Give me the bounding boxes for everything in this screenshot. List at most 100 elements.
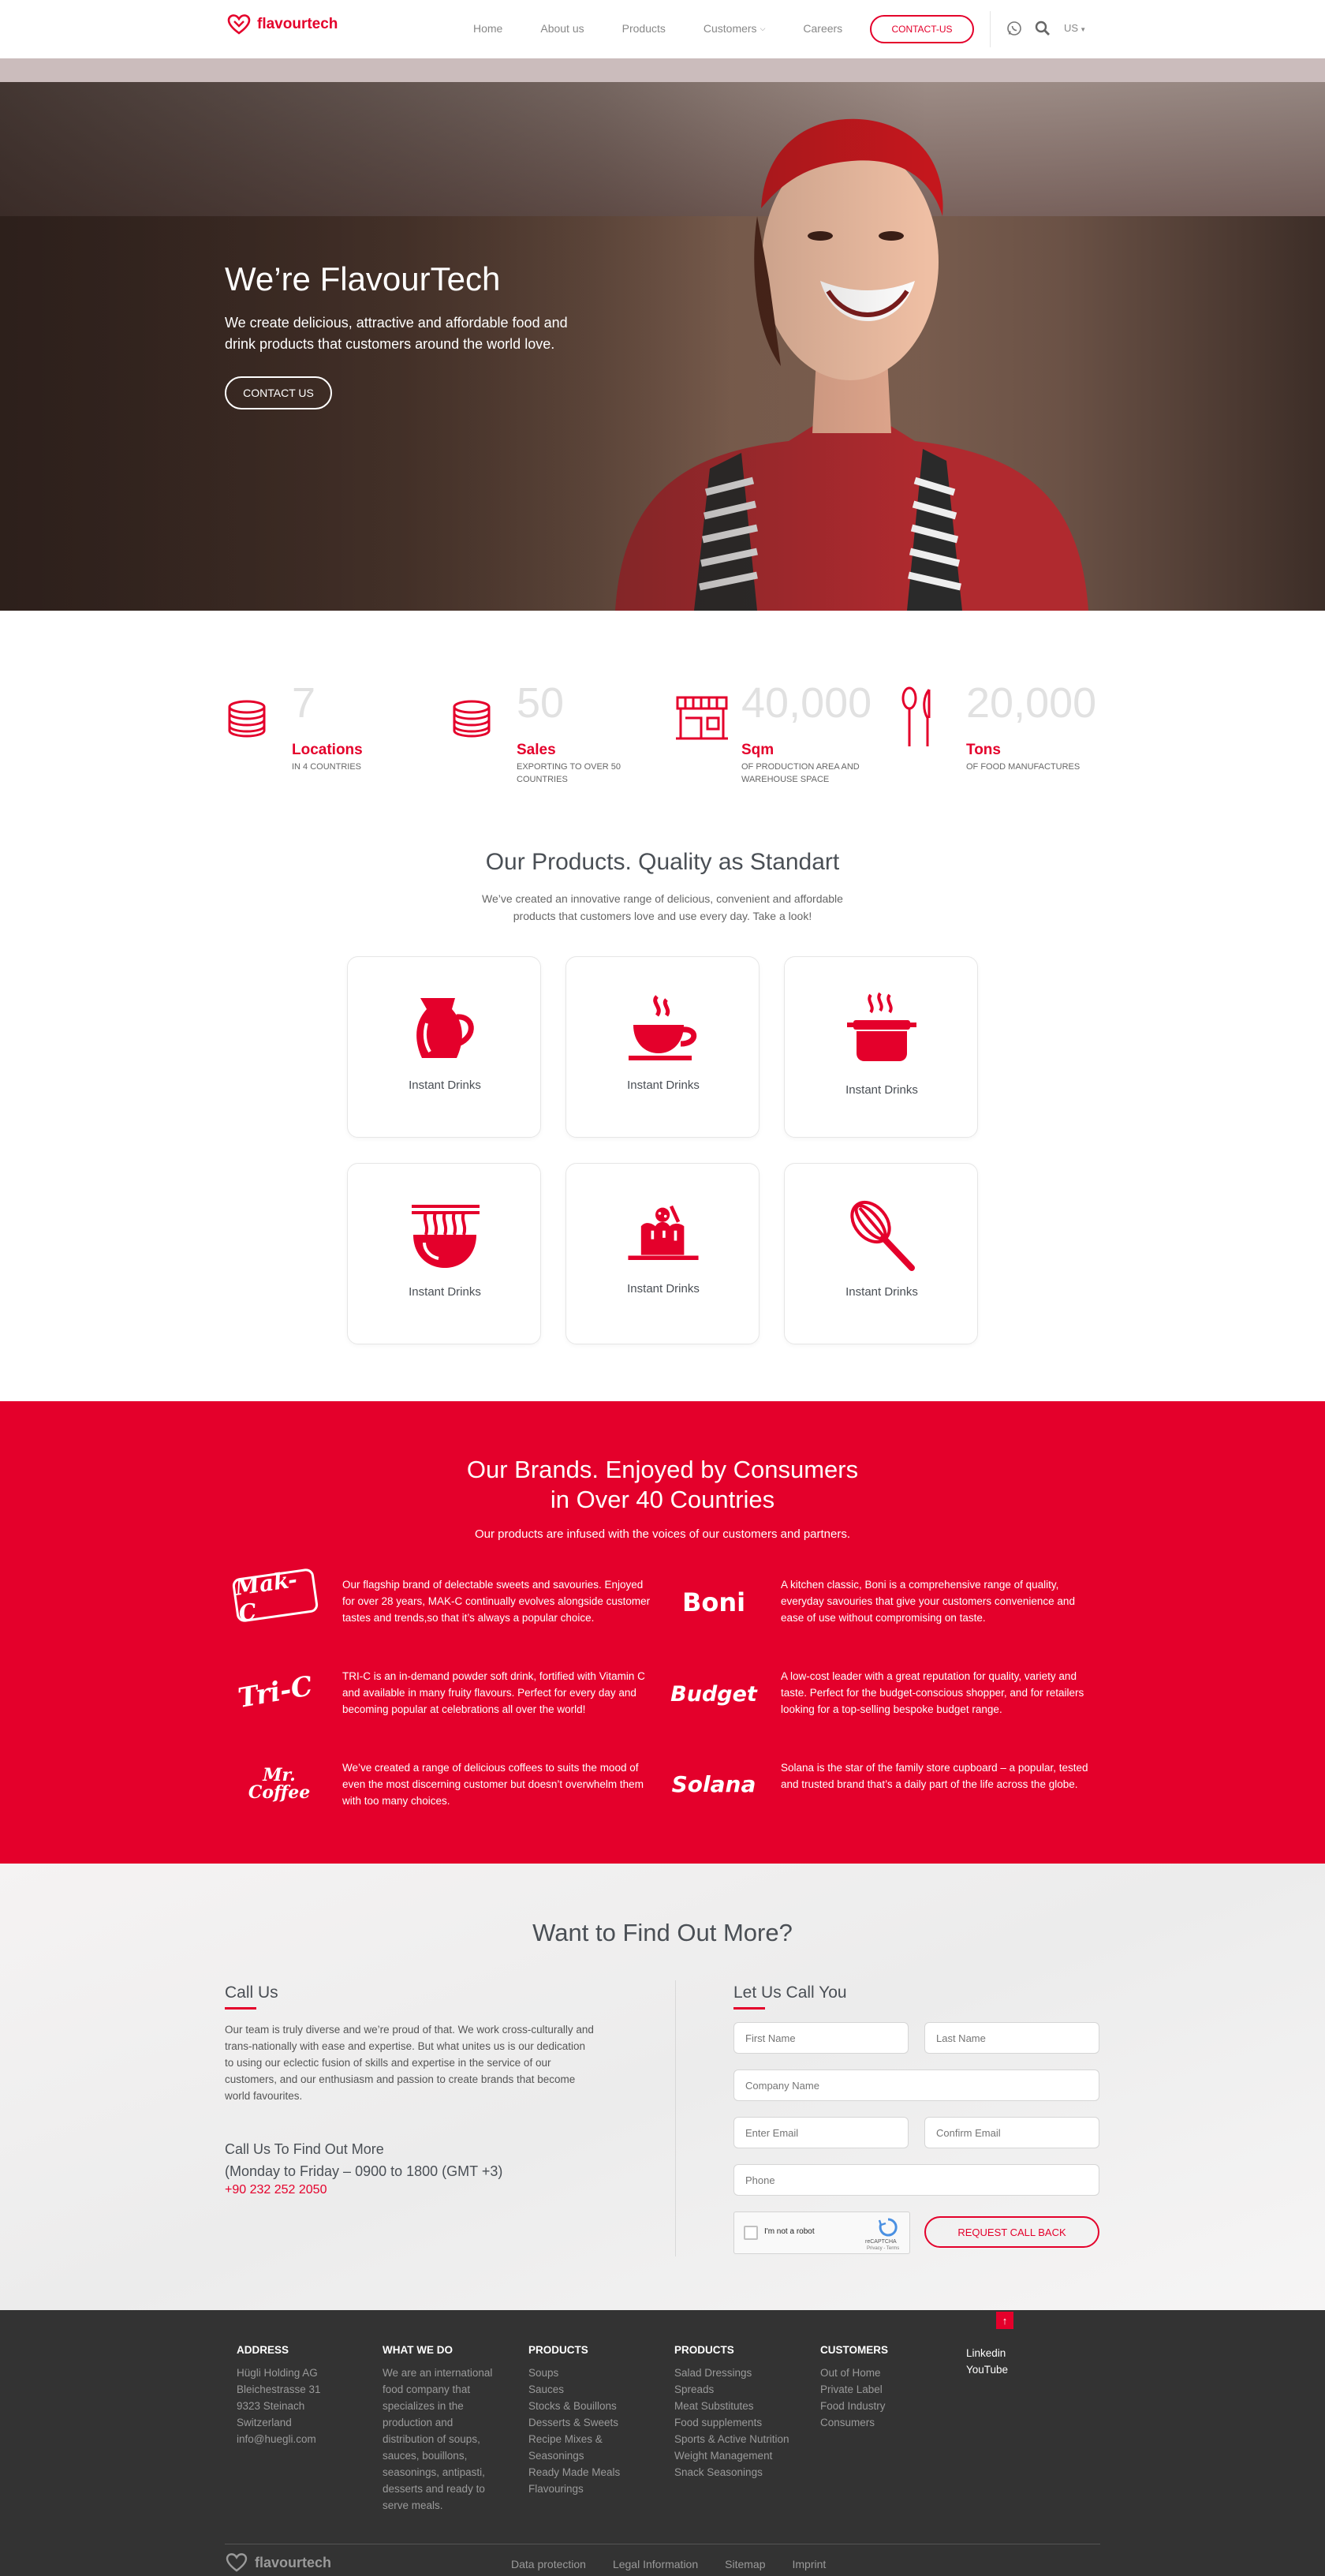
language-selector[interactable]: US ▼ — [1064, 22, 1086, 34]
brand-description: Our flagship brand of delectable sweets … — [342, 1579, 651, 1624]
column-divider — [675, 1980, 676, 2256]
stat-sqm: 40,000 Sqm OF PRODUCTION AREA AND WAREHO… — [674, 679, 879, 789]
call-us-title: Call Us — [225, 1983, 278, 2002]
footer-link[interactable]: Desserts & Sweets — [528, 2414, 639, 2431]
phone-link[interactable]: +90 232 252 2050 — [225, 2183, 327, 2197]
youtube-link[interactable]: YouTube — [966, 2361, 1045, 2378]
recaptcha-terms[interactable]: Privacy - Terms — [867, 2246, 899, 2251]
brand-logo-budget[interactable]: Budget — [670, 1666, 757, 1722]
company-name-field[interactable] — [733, 2069, 1099, 2101]
nav-about-us[interactable]: About us — [540, 22, 584, 35]
nav-divider — [990, 11, 991, 47]
cutlery-icon — [901, 686, 931, 746]
footer-link[interactable]: Consumers — [820, 2414, 946, 2431]
address-line: 9323 Steinach — [237, 2400, 305, 2412]
footer-link[interactable]: Flavourings — [528, 2481, 639, 2497]
footer-link[interactable]: Ready Made Meals — [528, 2464, 639, 2481]
footer-link[interactable]: Food Industry — [820, 2398, 946, 2414]
noodle-bowl-icon — [412, 1205, 480, 1268]
brand-description: TRI-C is an in-demand powder soft drink,… — [342, 1670, 645, 1715]
footer-link[interactable]: Sauces — [528, 2381, 639, 2398]
recaptcha-widget: I'm not a robot reCAPTCHA Privacy - Term… — [733, 2211, 910, 2254]
product-card-instant-drinks[interactable]: Instant Drinks — [347, 956, 541, 1138]
stat-tons: 20,000 Tons OF FOOD MANUFACTURES — [899, 679, 1104, 789]
email-field[interactable] — [733, 2117, 909, 2148]
product-card-instant-drinks[interactable]: Instant Drinks — [784, 956, 978, 1138]
footer-link[interactable]: Soups — [528, 2365, 639, 2381]
nav-customers[interactable]: Customers ⌵ — [704, 22, 766, 35]
contact-us-button[interactable]: CONTACT-US — [870, 15, 974, 43]
heart-logo-icon — [226, 2553, 248, 2572]
hero-title: We’re FlavourTech — [225, 260, 501, 297]
footer-link[interactable]: Out of Home — [820, 2365, 946, 2381]
imprint-link[interactable]: Imprint — [793, 2558, 827, 2570]
phone-field[interactable] — [733, 2164, 1099, 2196]
brand-description: We’ve created a range of delicious coffe… — [342, 1762, 644, 1807]
nav-home[interactable]: Home — [473, 22, 502, 35]
linkedin-link[interactable]: Linkedin — [966, 2345, 1045, 2361]
product-card-instant-drinks[interactable]: Instant Drinks — [565, 956, 760, 1138]
footer-link[interactable]: Food supplements — [674, 2414, 793, 2431]
what-we-do-text: We are an international food company tha… — [383, 2367, 493, 2511]
sitemap-link[interactable]: Sitemap — [725, 2558, 765, 2570]
footer-link[interactable]: Sports & Active Nutrition — [674, 2431, 793, 2447]
nav-customers-label: Customers — [703, 22, 757, 35]
footer-col-title: CUSTOMERS — [820, 2344, 889, 2356]
footer-link[interactable]: Private Label — [820, 2381, 946, 2398]
product-label: Instant Drinks — [845, 1285, 918, 1299]
hero-top-strip — [0, 58, 1325, 82]
legal-information-link[interactable]: Legal Information — [613, 2558, 698, 2570]
recaptcha-checkbox[interactable] — [744, 2226, 758, 2240]
footer-link[interactable]: Spreads — [674, 2381, 793, 2398]
footer-logo[interactable]: flavourtech — [225, 2553, 331, 2572]
product-label: Instant Drinks — [409, 1079, 481, 1092]
footer-link[interactable]: Recipe Mixes & Seasonings — [528, 2431, 639, 2464]
product-card-instant-drinks[interactable]: Instant Drinks — [347, 1163, 541, 1344]
confirm-email-field[interactable] — [924, 2117, 1099, 2148]
footer-link[interactable]: Meat Substitutes — [674, 2398, 793, 2414]
pot-icon — [847, 992, 916, 1061]
address-line: Bleichestrasse 31 — [237, 2383, 321, 2395]
site-logo[interactable]: flavourtech — [227, 14, 338, 35]
footer-col-title: ADDRESS — [237, 2344, 289, 2356]
card-icon-wrap — [624, 1197, 703, 1276]
stat-description: OF PRODUCTION AREA AND WAREHOUSE SPACE — [741, 762, 860, 784]
brand-logo-tric[interactable]: Tri-C — [228, 1658, 323, 1727]
recaptcha-brand: reCAPTCHA — [865, 2239, 897, 2245]
email-link[interactable]: info@huegli.com — [237, 2431, 363, 2447]
contact-section: Want to Find Out More? Call Us Our team … — [0, 1864, 1325, 2310]
hero-contact-button[interactable]: CONTACT US — [225, 376, 332, 409]
product-card-instant-drinks[interactable]: Instant Drinks — [784, 1163, 978, 1344]
whisk-icon — [850, 1200, 915, 1271]
brands-title: Our Brands. Enjoyed by Consumers in Over… — [0, 1455, 1325, 1515]
footer-link[interactable]: Salad Dressings — [674, 2365, 793, 2381]
scroll-to-top-button[interactable]: ↑ — [996, 2312, 1013, 2329]
last-name-field[interactable] — [924, 2022, 1099, 2054]
first-name-field[interactable] — [733, 2022, 909, 2054]
stat-title: Locations — [292, 742, 363, 758]
nav-products[interactable]: Products — [622, 22, 666, 35]
footer-link[interactable]: Weight Management — [674, 2447, 793, 2464]
footer-link[interactable]: Stocks & Bouillons — [528, 2398, 639, 2414]
brands-title-line1: Our Brands. Enjoyed by Consumers — [466, 1456, 859, 1483]
nav-careers[interactable]: Careers — [803, 22, 842, 35]
product-card-instant-drinks[interactable]: Instant Drinks — [565, 1163, 760, 1344]
brand-logo-mr-coffee[interactable]: Mr. Coffee — [232, 1756, 327, 1811]
search-icon[interactable] — [1035, 21, 1051, 36]
product-label: Instant Drinks — [845, 1083, 918, 1097]
brands-title-line2: in Over 40 Countries — [550, 1486, 775, 1513]
brand-description: A kitchen classic, Boni is a comprehensi… — [781, 1579, 1075, 1624]
request-call-back-button[interactable]: REQUEST CALL BACK — [924, 2216, 1099, 2248]
address-line: Hügli Holding AG — [237, 2367, 318, 2379]
brand-logo-makc[interactable]: Mak-C — [231, 1566, 319, 1626]
footer-link[interactable]: Snack Seasonings — [674, 2464, 793, 2481]
whatsapp-icon[interactable] — [1006, 21, 1022, 36]
brand-logo-boni[interactable]: Boni — [670, 1575, 757, 1630]
data-protection-link[interactable]: Data protection — [511, 2558, 586, 2570]
heart-logo-icon — [227, 14, 251, 35]
brand-logo-solana[interactable]: Solana — [670, 1756, 757, 1811]
footer-address: ADDRESS Hügli Holding AG Bleichestrasse … — [237, 2342, 363, 2447]
footer: ADDRESS Hügli Holding AG Bleichestrasse … — [0, 2310, 1325, 2576]
call-us-body: Our team is truly diverse and we’re prou… — [225, 2024, 594, 2102]
brand-description: A low-cost leader with a great reputatio… — [781, 1670, 1084, 1715]
